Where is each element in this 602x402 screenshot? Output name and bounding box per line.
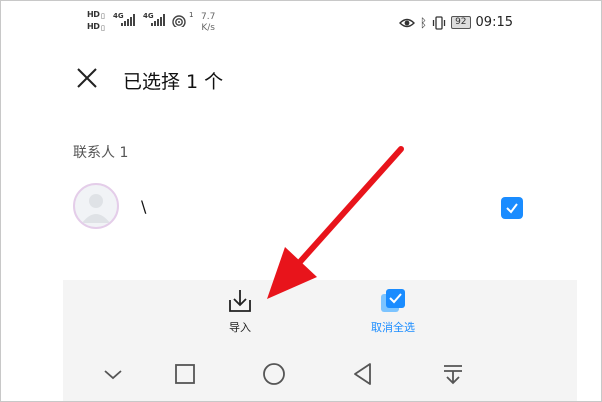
contact-checkbox[interactable] xyxy=(501,197,523,219)
vibrate-icon xyxy=(432,15,446,30)
bluetooth-icon: ᛒ xyxy=(419,15,428,30)
avatar xyxy=(73,183,119,229)
section-title: 联系人 1 xyxy=(73,145,129,161)
select-all-icon xyxy=(381,289,405,312)
close-icon[interactable] xyxy=(76,67,98,89)
list-item[interactable]: \ xyxy=(61,179,541,241)
square-icon[interactable] xyxy=(173,362,197,386)
pull-down-icon[interactable] xyxy=(441,362,465,386)
eye-icon xyxy=(398,18,415,27)
signal-bars-icon xyxy=(151,14,165,26)
status-right-group: ᛒ 92 09:15 xyxy=(398,15,513,30)
import-label: 导入 xyxy=(229,321,251,334)
wifi-index: 1 xyxy=(189,11,194,19)
person-icon xyxy=(82,194,110,223)
bottom-action-bar: 导入 取消全选 xyxy=(63,280,577,342)
hd-badge: HD xyxy=(87,10,100,19)
network-speed: 7.7 K/s xyxy=(201,12,215,34)
battery-indicator: 92 xyxy=(451,16,471,29)
screenshot-frame: HD HD ▯ ▯ 4G 4G 1 7.7 K/s ᛒ 92 09:15 已选择… xyxy=(0,0,602,402)
speed-unit: K/s xyxy=(201,23,215,33)
circle-icon[interactable] xyxy=(262,362,286,386)
signal-group: HD HD ▯ ▯ 4G 4G 1 7.7 K/s xyxy=(87,10,215,38)
chevron-down-icon[interactable] xyxy=(101,362,125,386)
check-icon xyxy=(506,203,518,214)
back-triangle-icon[interactable] xyxy=(351,362,375,386)
contact-name: \ xyxy=(141,197,147,216)
deselect-all-label: 取消全选 xyxy=(371,321,415,334)
navigation-bar xyxy=(63,342,577,401)
page-title: 已选择 1 个 xyxy=(123,71,224,93)
import-button[interactable]: 导入 xyxy=(227,288,253,335)
speed-value: 7.7 xyxy=(201,12,216,22)
deselect-all-button[interactable]: 取消全选 xyxy=(371,288,415,335)
hd-badge: HD xyxy=(87,22,100,31)
clock: 09:15 xyxy=(475,15,513,30)
sim-icon: ▯ xyxy=(101,24,105,32)
signal-bars-icon xyxy=(121,14,135,26)
import-icon xyxy=(229,290,251,312)
wifi-icon xyxy=(172,15,186,27)
status-bar: HD HD ▯ ▯ 4G 4G 1 7.7 K/s ᛒ 92 09:15 xyxy=(1,1,601,39)
selection-header: 已选择 1 个 xyxy=(1,59,601,99)
sim-icon: ▯ xyxy=(101,12,105,20)
